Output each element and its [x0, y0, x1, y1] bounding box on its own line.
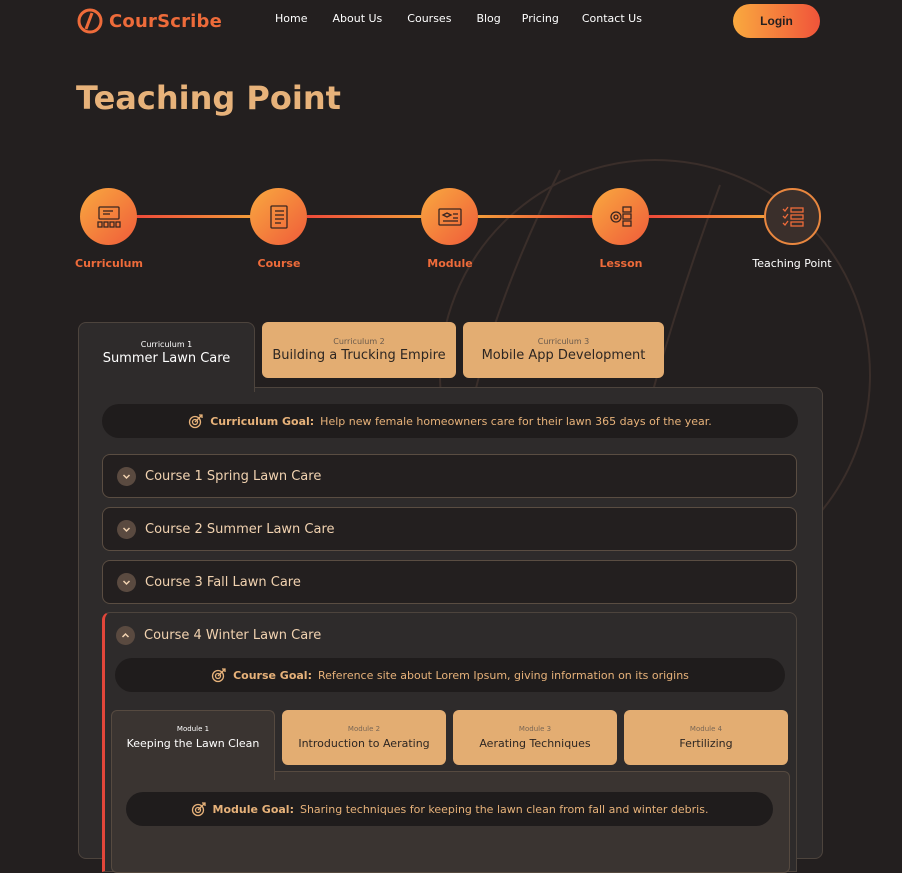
curriculum-goal: Curriculum Goal: Help new female homeown…: [102, 404, 798, 438]
step-connector: [307, 215, 422, 218]
page-title: Teaching Point: [76, 79, 341, 117]
course-title: Course 2 Summer Lawn Care: [145, 521, 335, 537]
module-goal-text: Sharing techniques for keeping the lawn …: [299, 802, 709, 816]
module-goal-label: Module Goal:: [212, 802, 294, 816]
login-button[interactable]: Login: [733, 4, 820, 38]
tab-module-3[interactable]: Module 3 Aerating Techniques: [453, 710, 617, 765]
step-label-course: Course: [257, 257, 301, 270]
course-title: Course 3 Fall Lawn Care: [145, 574, 301, 590]
main-nav: Home About Us Courses Blog Pricing Conta…: [275, 12, 667, 25]
step-label-curriculum: Curriculum: [75, 257, 143, 270]
tab-sub-label: Curriculum 1: [140, 340, 193, 349]
lesson-icon: [609, 205, 632, 227]
nav-courses[interactable]: Courses: [407, 12, 451, 25]
tab-sub-label: Curriculum 2: [333, 337, 385, 346]
course-title: Course 4 Winter Lawn Care: [144, 627, 322, 643]
step-teaching-point[interactable]: [764, 188, 821, 245]
module-goal: Module Goal: Sharing techniques for keep…: [126, 792, 773, 826]
tab-title: Introduction to Aerating: [298, 737, 430, 750]
course-goal-text: Reference site about Lorem Ipsum, giving…: [317, 668, 689, 682]
tab-title: Mobile App Development: [481, 348, 646, 363]
target-icon: [189, 414, 203, 429]
tab-module-1[interactable]: Module 1 Keeping the Lawn Clean: [111, 710, 275, 780]
step-connector: [136, 215, 251, 218]
step-label-lesson: Lesson: [599, 257, 643, 270]
course-accordion-2[interactable]: Course 2 Summer Lawn Care: [102, 507, 797, 551]
tab-title: Fertilizing: [679, 737, 733, 750]
course-goal: Course Goal: Reference site about Lorem …: [115, 658, 785, 692]
nav-about-us[interactable]: About Us: [332, 12, 382, 25]
target-icon: [191, 802, 206, 817]
step-lesson[interactable]: [592, 188, 649, 245]
tab-module-4[interactable]: Module 4 Fertilizing: [624, 710, 788, 765]
nav-pricing[interactable]: Pricing: [522, 12, 559, 25]
tab-sub-label: Curriculum 3: [537, 337, 590, 346]
brand-logo[interactable]: CourScribe: [77, 8, 222, 34]
tab-curriculum-1[interactable]: Curriculum 1 Summer Lawn Care: [78, 322, 255, 392]
module-icon: [437, 207, 462, 226]
step-connector: [478, 215, 593, 218]
tab-title: Aerating Techniques: [479, 737, 591, 750]
tab-sub-label: Module 4: [689, 725, 723, 733]
tab-sub-label: Module 1: [176, 725, 210, 733]
course-title: Course 1 Spring Lawn Care: [145, 468, 322, 484]
target-icon: [211, 668, 226, 683]
course-accordion-1[interactable]: Course 1 Spring Lawn Care: [102, 454, 797, 498]
brand-name: CourScribe: [109, 10, 223, 32]
curriculum-goal-text: Help new female homeowners care for thei…: [320, 414, 712, 428]
nav-contact-us[interactable]: Contact Us: [582, 12, 642, 25]
tab-sub-label: Module 3: [518, 725, 552, 733]
step-label-module: Module: [427, 257, 473, 270]
chevron-down-icon: [117, 572, 136, 592]
course-accordion-3[interactable]: Course 3 Fall Lawn Care: [102, 560, 797, 604]
chevron-down-icon: [117, 466, 136, 486]
step-curriculum[interactable]: [80, 188, 137, 245]
brand-logo-icon: [77, 8, 103, 34]
tab-title: Building a Trucking Empire: [272, 348, 446, 363]
step-module[interactable]: [421, 188, 478, 245]
tab-title: Keeping the Lawn Clean: [126, 737, 260, 750]
curriculum-goal-label: Curriculum Goal:: [210, 414, 315, 428]
tab-title: Summer Lawn Care: [102, 351, 231, 366]
tab-module-2[interactable]: Module 2 Introduction to Aerating: [282, 710, 446, 765]
nav-blog[interactable]: Blog: [476, 12, 500, 25]
tab-sub-label: Module 2: [347, 725, 381, 733]
step-course[interactable]: [250, 188, 307, 245]
curriculum-icon: [96, 205, 121, 228]
teaching-point-icon: [782, 206, 804, 227]
tab-curriculum-3[interactable]: Curriculum 3 Mobile App Development: [463, 322, 664, 378]
step-label-teaching-point: Teaching Point: [752, 257, 832, 270]
nav-home[interactable]: Home: [275, 12, 307, 25]
step-connector: [649, 215, 765, 218]
course-goal-label: Course Goal:: [233, 668, 312, 682]
chevron-down-icon: [117, 519, 136, 539]
chevron-up-icon: [116, 625, 135, 645]
course-accordion-4[interactable]: Course 4 Winter Lawn Care: [104, 613, 799, 657]
course-icon: [269, 204, 288, 229]
tab-curriculum-2[interactable]: Curriculum 2 Building a Trucking Empire: [262, 322, 456, 378]
